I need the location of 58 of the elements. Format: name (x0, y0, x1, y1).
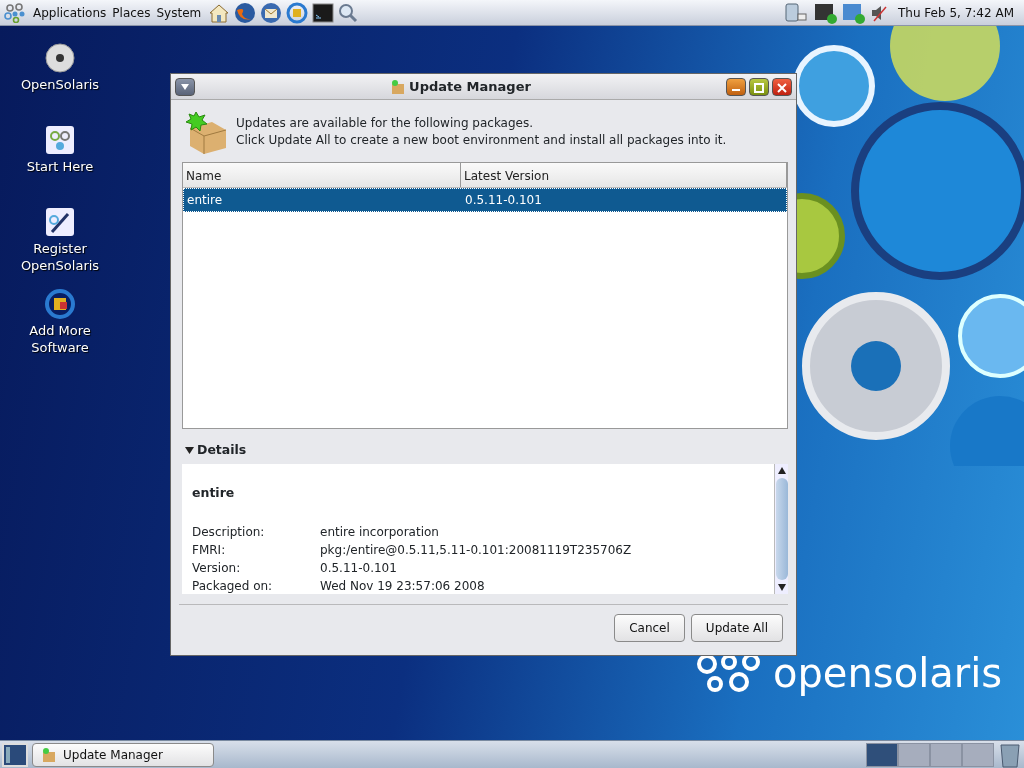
package-name: entire (192, 483, 236, 502)
workspace-switcher-cell[interactable] (930, 742, 962, 767)
maximize-icon (754, 83, 764, 93)
field-value: Wed Nov 19 23:57:06 2008 (320, 577, 485, 595)
field-label: Description: (192, 523, 266, 541)
message-text: Updates are available for the following packages. (236, 115, 535, 132)
column-header[interactable]: Latest Version (461, 163, 787, 187)
field-value: entire incorporation (320, 523, 439, 541)
disc-icon[interactable] (44, 42, 76, 74)
trash-icon[interactable] (998, 741, 1022, 768)
scroll-down-icon[interactable] (777, 583, 786, 591)
close-button[interactable] (772, 77, 792, 96)
desktop-icon-label[interactable]: OpenSolaris (20, 76, 100, 93)
expander-triangle-icon[interactable] (185, 446, 194, 454)
panel-menu[interactable]: Applications (30, 3, 110, 22)
workspace-switcher-cell[interactable] (962, 742, 994, 767)
circles-icon[interactable] (44, 124, 76, 156)
desktop-icon-label[interactable]: Register OpenSolaris (15, 240, 105, 274)
taskbar-button[interactable]: Update Manager (32, 742, 214, 767)
clock[interactable]: Thu Feb 5, 7:42 AM (892, 3, 1020, 22)
desktop-icon-label[interactable]: Start Here (26, 158, 94, 175)
table-row[interactable]: entire 0.5.11-0.101 (183, 188, 787, 212)
column-header[interactable]: Name (183, 163, 461, 187)
app-logo-icon[interactable] (4, 2, 26, 23)
desktop-icon-label[interactable]: Add More Software (15, 322, 105, 356)
mail-icon[interactable] (260, 1, 283, 24)
terminal-icon[interactable] (312, 2, 335, 23)
workspace-switcher-cell[interactable] (866, 742, 898, 767)
details-expander[interactable]: Details (197, 441, 247, 460)
browser-icon[interactable] (234, 1, 257, 24)
field-value: 0.5.11-0.101 (320, 559, 397, 577)
minimize-button[interactable] (726, 77, 746, 96)
package-icon[interactable] (44, 288, 76, 320)
menu-triangle-icon (181, 83, 189, 90)
field-label: Packaged on: (192, 577, 274, 595)
window-menu-button[interactable] (175, 77, 195, 96)
window-title: Update Manager (409, 77, 531, 96)
message-text: Click Update All to create a new boot environment and install all packages into it. (236, 132, 727, 149)
show-desktop-icon[interactable] (2, 742, 28, 767)
field-label: Version: (192, 559, 242, 577)
minimize-icon (732, 89, 740, 91)
workspace-switcher-cell[interactable] (898, 742, 930, 767)
table-cell-text: 0.5.11-0.101 (464, 192, 543, 209)
search-icon[interactable] (338, 2, 359, 23)
update-all-button[interactable]: Update All (690, 613, 783, 642)
cancel-button[interactable]: Cancel (614, 613, 685, 642)
package-icon (390, 78, 407, 95)
scroll-up-icon[interactable] (777, 466, 786, 474)
maximize-button[interactable] (749, 77, 769, 96)
scrollbar[interactable] (774, 463, 788, 594)
panel-menu[interactable]: Places (109, 3, 154, 22)
table-cell-text: entire (186, 192, 224, 209)
field-value: pkg:/entire@0.5.11,5.11-0.101:20081119T235706Z (320, 541, 632, 559)
field-label: FMRI: (192, 541, 227, 559)
close-icon (777, 83, 787, 93)
pen-icon[interactable] (44, 206, 76, 238)
package-icon (41, 746, 57, 763)
panel-menu[interactable]: System (153, 3, 205, 22)
